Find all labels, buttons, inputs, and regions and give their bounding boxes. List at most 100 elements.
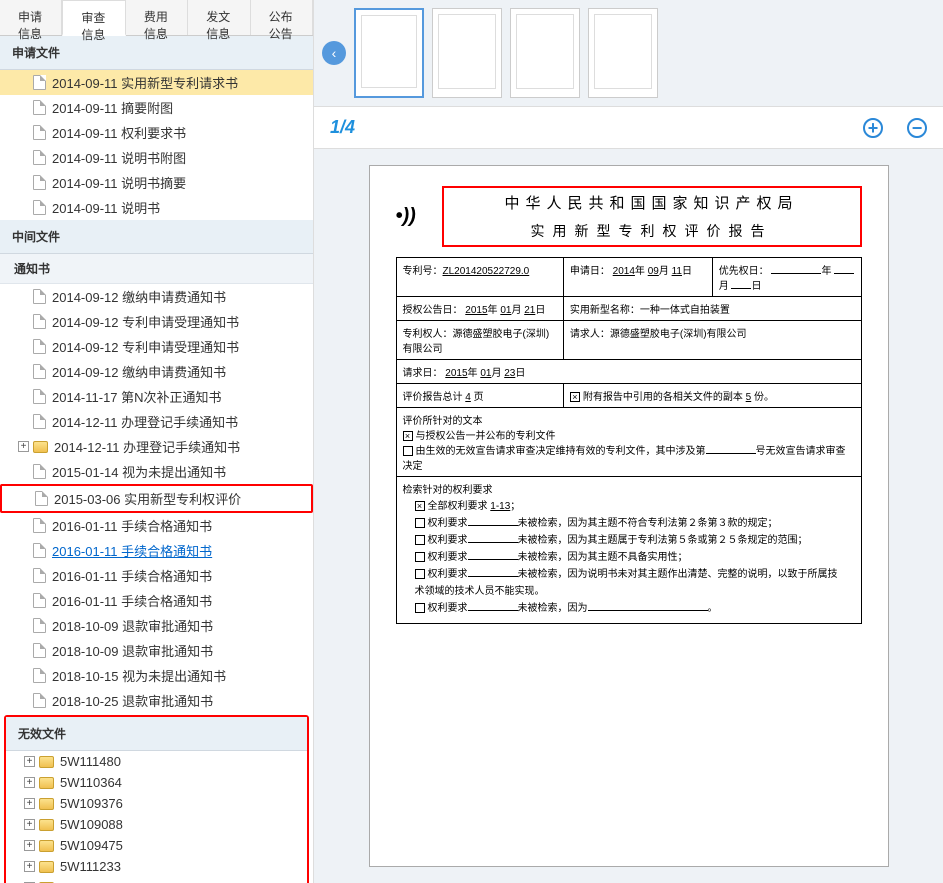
expand-icon[interactable]: + (24, 798, 35, 809)
section-invalid-files: 无效文件 (6, 717, 307, 751)
tree-item-invalid-folder[interactable]: +5W109376 (6, 793, 307, 814)
expand-icon[interactable]: + (18, 441, 29, 452)
file-icon (33, 150, 46, 165)
tree-item-notice[interactable]: 2014-09-12 专利申请受理通知书 (0, 309, 313, 334)
tree-item-app-file[interactable]: 2014-09-11 说明书摘要 (0, 170, 313, 195)
tree-item-invalid-folder[interactable]: +5W110364 (6, 772, 307, 793)
file-label: 2015-03-06 实用新型专利权评价 (54, 489, 241, 508)
expand-icon[interactable]: + (24, 756, 35, 767)
section-intermediate-files: 中间文件 (0, 220, 313, 254)
tree-item-notice[interactable]: 2016-01-11 手续合格通知书 (0, 563, 313, 588)
folder-label: 5W111480 (60, 754, 121, 769)
file-label: 2014-09-12 专利申请受理通知书 (52, 312, 239, 331)
tree-item-app-file[interactable]: 2014-09-11 实用新型专利请求书 (0, 70, 313, 95)
file-icon (33, 339, 46, 354)
file-label: 2014-09-12 专利申请受理通知书 (52, 337, 239, 356)
thumbnail-1[interactable] (354, 8, 424, 98)
tree-item-invalid-folder[interactable]: +5W111480 (6, 751, 307, 772)
file-icon (33, 518, 46, 533)
page-number: 1/4 (330, 117, 355, 138)
document-area[interactable]: •)) 中华人民共和国国家知识产权局 实用新型专利权评价报告 专利号：ZL201… (314, 149, 943, 883)
sipo-logo-icon: •)) (396, 205, 430, 229)
file-icon (33, 200, 46, 215)
tree-item-notice[interactable]: 2018-10-09 退款审批通知书 (0, 613, 313, 638)
file-label: 2014-09-11 摘要附图 (52, 98, 173, 117)
folder-label: 5W110364 (60, 775, 122, 790)
tree-item-app-file[interactable]: 2014-09-11 摘要附图 (0, 95, 313, 120)
page-indicator-bar: 1/4 + − (314, 106, 943, 149)
file-label: 2016-01-11 手续合格通知书 (52, 541, 212, 560)
file-label: 2018-10-15 视为未提出通知书 (52, 666, 226, 685)
thumbnail-bar: ‹ (314, 0, 943, 106)
file-label: 2018-10-25 退款审批通知书 (52, 691, 213, 710)
doc-report-title: 实用新型专利权评价报告 (452, 213, 852, 241)
file-icon (33, 125, 46, 140)
subsection-notifications: 通知书 (0, 254, 313, 284)
tree-item-notice[interactable]: 2016-01-11 手续合格通知书 (0, 538, 313, 563)
expand-icon[interactable]: + (24, 861, 35, 872)
file-icon (33, 314, 46, 329)
thumbnail-3[interactable] (510, 8, 580, 98)
tree-item-notice[interactable]: 2016-01-11 手续合格通知书 (0, 588, 313, 613)
file-label: 2014-12-11 办理登记手续通知书 (54, 437, 240, 456)
folder-label: 5W109376 (60, 796, 123, 811)
file-icon (33, 389, 46, 404)
tree-item-notice[interactable]: 2014-12-11 办理登记手续通知书 (0, 409, 313, 434)
file-label: 2018-10-09 退款审批通知书 (52, 641, 213, 660)
file-label: 2018-10-09 退款审批通知书 (52, 616, 213, 635)
file-icon (33, 618, 46, 633)
tab-fee-info[interactable]: 费用信息 (126, 0, 188, 35)
file-icon (33, 414, 46, 429)
file-label: 2014-09-11 实用新型专利请求书 (52, 73, 238, 92)
zoom-in-button[interactable]: + (863, 118, 883, 138)
thumbnail-2[interactable] (432, 8, 502, 98)
document-page: •)) 中华人民共和国国家知识产权局 实用新型专利权评价报告 专利号：ZL201… (369, 165, 889, 867)
tree-item-notice[interactable]: 2014-09-12 缴纳申请费通知书 (0, 284, 313, 309)
file-label: 2014-09-11 说明书摘要 (52, 173, 186, 192)
tree-item-notice[interactable]: 2015-01-14 视为未提出通知书 (0, 459, 313, 484)
tree-item-notice[interactable]: 2015-03-06 实用新型专利权评价 (0, 484, 313, 513)
tab-application-info[interactable]: 申请信息 (0, 0, 62, 35)
tree-item-invalid-folder[interactable]: +5W111233 (6, 856, 307, 877)
folder-icon (39, 798, 54, 810)
folder-icon (39, 756, 54, 768)
tree-item-app-file[interactable]: 2014-09-11 权利要求书 (0, 120, 313, 145)
tab-dispatch-info[interactable]: 发文信息 (188, 0, 250, 35)
tree-item-app-file[interactable]: 2014-09-11 说明书附图 (0, 145, 313, 170)
tree-item-notice[interactable]: 2016-01-11 手续合格通知书 (0, 513, 313, 538)
thumbnail-4[interactable] (588, 8, 658, 98)
tree-item-invalid-folder[interactable]: +5W112203 (6, 877, 307, 883)
tree-item-app-file[interactable]: 2014-09-11 说明书 (0, 195, 313, 220)
folder-label: 5W111233 (60, 859, 121, 874)
tree-item-invalid-folder[interactable]: +5W109088 (6, 814, 307, 835)
folder-icon (39, 861, 54, 873)
tree-item-notice[interactable]: 2018-10-25 退款审批通知书 (0, 688, 313, 713)
file-icon (33, 543, 46, 558)
expand-icon[interactable]: + (24, 840, 35, 851)
file-icon (33, 289, 46, 304)
tree-item-notice[interactable]: 2014-09-12 专利申请受理通知书 (0, 334, 313, 359)
prev-page-button[interactable]: ‹ (322, 41, 346, 65)
file-icon (33, 693, 46, 708)
file-label: 2014-09-11 说明书 (52, 198, 160, 217)
tab-review-info[interactable]: 审查信息 (62, 0, 125, 36)
expand-icon[interactable]: + (24, 777, 35, 788)
tab-publication[interactable]: 公布公告 (251, 0, 313, 35)
tree-item-notice[interactable]: 2018-10-15 视为未提出通知书 (0, 663, 313, 688)
tree-item-notice[interactable]: 2018-10-09 退款审批通知书 (0, 638, 313, 663)
doc-info-table: 专利号：ZL201420522729.0 申请日： 2014年 09月 11日 … (396, 257, 862, 624)
file-icon (33, 364, 46, 379)
tree-item-notice[interactable]: 2014-09-12 缴纳申请费通知书 (0, 359, 313, 384)
file-label: 2016-01-11 手续合格通知书 (52, 591, 212, 610)
expand-icon[interactable]: + (24, 819, 35, 830)
doc-authority: 中华人民共和国国家知识产权局 (452, 192, 852, 213)
file-icon (33, 464, 46, 479)
zoom-out-button[interactable]: − (907, 118, 927, 138)
tree-item-notice[interactable]: +2014-12-11 办理登记手续通知书 (0, 434, 313, 459)
tree-item-invalid-folder[interactable]: +5W109475 (6, 835, 307, 856)
file-label: 2014-09-12 缴纳申请费通知书 (52, 287, 226, 306)
folder-label: 5W109088 (60, 817, 123, 832)
file-label: 2014-12-11 办理登记手续通知书 (52, 412, 238, 431)
tree-item-notice[interactable]: 2014-11-17 第N次补正通知书 (0, 384, 313, 409)
sidebar: 申请信息 审查信息 费用信息 发文信息 公布公告 申请文件 2014-09-11… (0, 0, 314, 883)
